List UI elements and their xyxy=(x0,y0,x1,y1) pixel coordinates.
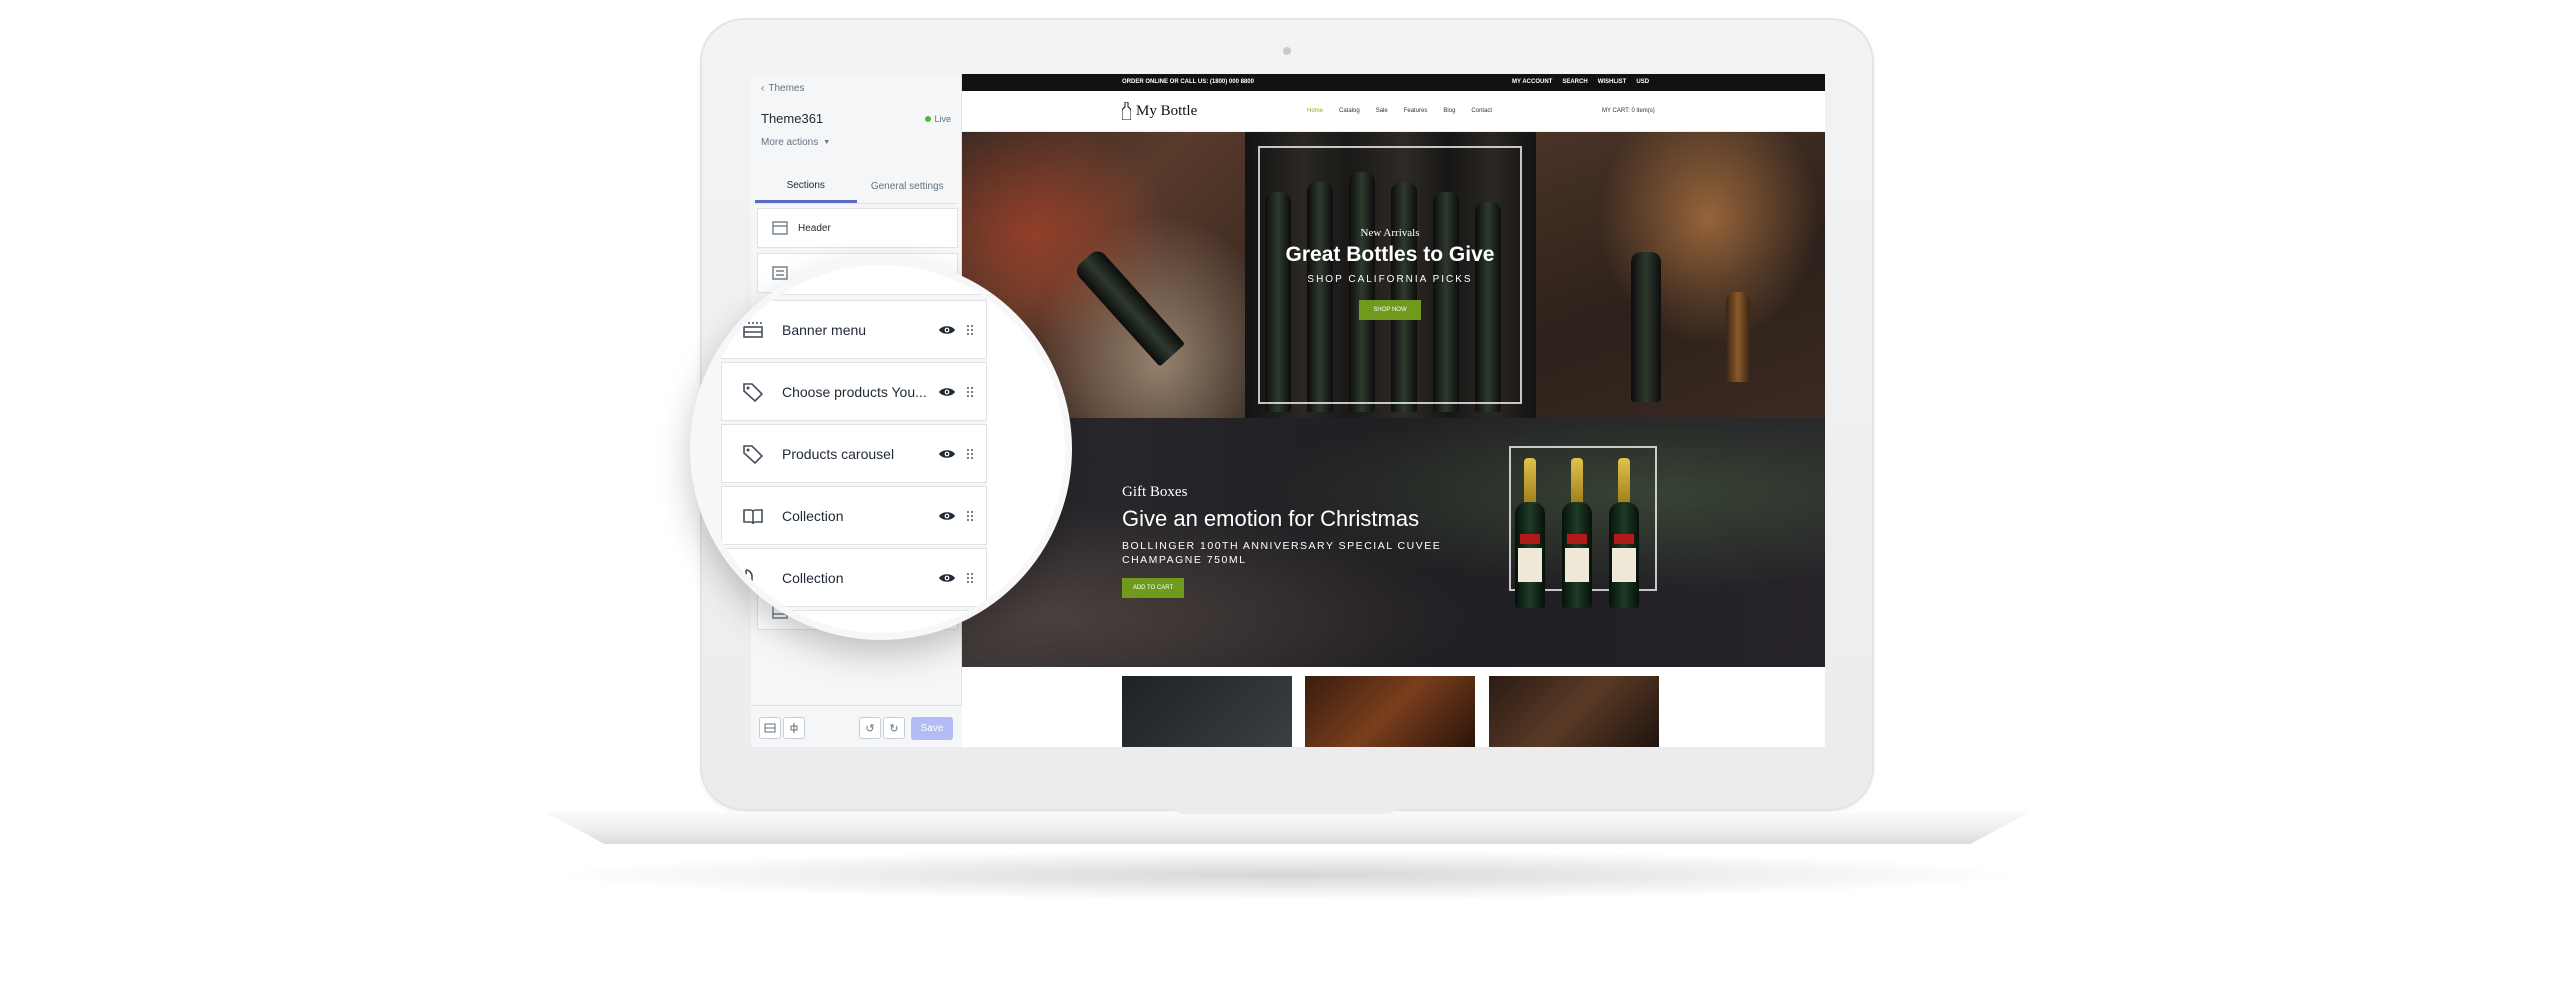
section-item-label: Products carousel xyxy=(782,445,895,462)
eye-icon[interactable] xyxy=(938,572,956,584)
bottle-logo-icon xyxy=(1122,102,1131,120)
nav-home[interactable]: Home xyxy=(1307,108,1323,114)
section-item-banner-menu[interactable]: Banner menu xyxy=(721,300,987,359)
banner-menu-icon xyxy=(743,321,763,338)
search-link[interactable]: SEARCH xyxy=(1562,79,1587,85)
hero-photo-table xyxy=(1536,132,1825,418)
hero-subtitle: SHOP CALIFORNIA PICKS xyxy=(1307,274,1473,285)
section-item-label: Banner menu xyxy=(782,321,867,338)
header-section-icon xyxy=(772,221,788,235)
live-dot-icon xyxy=(925,116,932,122)
champagne-bottle-image xyxy=(1515,458,1545,608)
drag-handle-icon[interactable] xyxy=(966,386,974,398)
eye-icon[interactable] xyxy=(938,324,956,336)
nav-features[interactable]: Features xyxy=(1404,108,1428,114)
desktop-icon xyxy=(764,723,776,733)
editor-footer: ↺ ↻ Save xyxy=(751,705,962,747)
section-item-collection[interactable]: Collection xyxy=(721,548,987,607)
store-topbar: ORDER ONLINE OR CALL US: (1800) 000 8800… xyxy=(962,74,1825,91)
undo-icon: ↺ xyxy=(865,722,875,735)
section-item-label: Header xyxy=(798,222,831,234)
nav-contact[interactable]: Contact xyxy=(1471,108,1492,114)
laptop-base-notch xyxy=(1170,800,1400,814)
desktop-view-button[interactable] xyxy=(759,717,781,739)
redo-button[interactable]: ↻ xyxy=(883,717,905,739)
section-item-choose-products[interactable]: Choose products You... xyxy=(721,362,987,421)
add-to-cart-button[interactable]: ADD TO CART xyxy=(1122,578,1184,598)
main-nav: Home Catalog Sale Features Blog Contact xyxy=(1307,108,1492,114)
section-item-label: Collection xyxy=(782,569,844,586)
eye-icon[interactable] xyxy=(938,510,956,522)
section-item-label: Choose products You... xyxy=(782,383,927,400)
store-logo-text: My Bottle xyxy=(1136,102,1198,119)
wishlist-link[interactable]: WISHLIST xyxy=(1598,79,1627,85)
collection-icon xyxy=(745,568,753,586)
gift-subtitle: BOLLINGER 100TH ANNIVERSARY SPECIAL CUVE… xyxy=(1122,540,1442,566)
store-navbar: My Bottle Home Catalog Sale Features Blo… xyxy=(962,91,1825,132)
undo-button[interactable]: ↺ xyxy=(859,717,881,739)
redo-icon: ↻ xyxy=(889,722,899,735)
laptop-camera xyxy=(1283,47,1291,55)
laptop-base xyxy=(545,812,2030,844)
my-account-link[interactable]: MY ACCOUNT xyxy=(1512,79,1552,85)
collection-icon xyxy=(743,508,763,524)
chevron-left-icon: ‹ xyxy=(761,83,765,94)
wine-bottle-image xyxy=(1631,252,1661,402)
promo-text: ORDER ONLINE OR CALL US: (1800) 000 8800 xyxy=(1122,79,1254,85)
nav-catalog[interactable]: Catalog xyxy=(1339,108,1360,114)
back-link-label: Themes xyxy=(768,83,805,94)
drag-handle-icon[interactable] xyxy=(966,510,974,522)
drag-handle-icon[interactable] xyxy=(966,448,974,460)
collection-thumb-2[interactable] xyxy=(1305,676,1475,747)
hero-title: Great Bottles to Give xyxy=(1285,243,1495,266)
save-button[interactable]: Save xyxy=(911,717,953,740)
section-item-label: Collection xyxy=(782,507,844,524)
magnifier-preview-edge xyxy=(987,265,1065,633)
hero-slideshow: New Arrivals Great Bottles to Give SHOP … xyxy=(962,132,1825,418)
live-status-badge: Live xyxy=(925,114,951,124)
nav-sale[interactable]: Sale xyxy=(1376,108,1388,114)
tab-sections[interactable]: Sections xyxy=(755,170,857,203)
caret-down-icon: ▼ xyxy=(823,139,831,146)
sections-magnifier: Banner menu Choose products You... Produ… xyxy=(690,258,1072,640)
hero-kicker: New Arrivals xyxy=(1360,227,1420,239)
tab-general-settings[interactable]: General settings xyxy=(857,170,959,203)
section-item-collection[interactable]: Collection xyxy=(721,486,987,545)
nav-blog[interactable]: Blog xyxy=(1443,108,1455,114)
gift-box-banner: Gift Boxes Give an emotion for Christmas… xyxy=(962,418,1825,667)
champagne-bottle-image xyxy=(1562,458,1592,608)
storefront-preview: ORDER ONLINE OR CALL US: (1800) 000 8800… xyxy=(962,74,1825,747)
wine-bottle-image xyxy=(1072,247,1186,367)
laptop-shadow xyxy=(560,850,2010,900)
move-icon xyxy=(790,723,798,733)
more-actions-dropdown[interactable]: More actions ▼ xyxy=(761,137,830,148)
live-status-label: Live xyxy=(934,114,951,124)
tag-icon xyxy=(743,382,764,402)
eye-icon[interactable] xyxy=(938,386,956,398)
inspector-button[interactable] xyxy=(783,717,805,739)
back-to-themes-link[interactable]: ‹ Themes xyxy=(761,83,804,94)
collection-thumb-1[interactable] xyxy=(1122,676,1292,747)
currency-select[interactable]: USD xyxy=(1636,79,1649,85)
gift-kicker: Gift Boxes xyxy=(1122,484,1188,500)
store-logo[interactable]: My Bottle xyxy=(1122,102,1197,120)
cart-link[interactable]: MY CART: 0 item(s) xyxy=(1602,108,1655,114)
drag-handle-icon[interactable] xyxy=(966,572,974,584)
drag-handle-icon[interactable] xyxy=(966,324,974,336)
topbar-links: MY ACCOUNT SEARCH WISHLIST USD xyxy=(1512,79,1649,85)
gift-title: Give an emotion for Christmas xyxy=(1122,506,1420,531)
more-actions-label: More actions xyxy=(761,137,819,148)
theme-name: Theme361 xyxy=(761,111,824,126)
section-item-header[interactable]: Header xyxy=(757,208,958,248)
tag-icon xyxy=(743,444,764,464)
collection-thumb-3[interactable] xyxy=(1489,676,1659,747)
champagne-bottle-image xyxy=(1609,458,1639,608)
shop-now-button[interactable]: SHOP NOW xyxy=(1359,300,1421,320)
jar-image xyxy=(1726,292,1750,382)
eye-icon[interactable] xyxy=(938,448,956,460)
section-item-products-carousel[interactable]: Products carousel xyxy=(721,424,987,483)
editor-tabs: Sections General settings xyxy=(755,170,958,204)
